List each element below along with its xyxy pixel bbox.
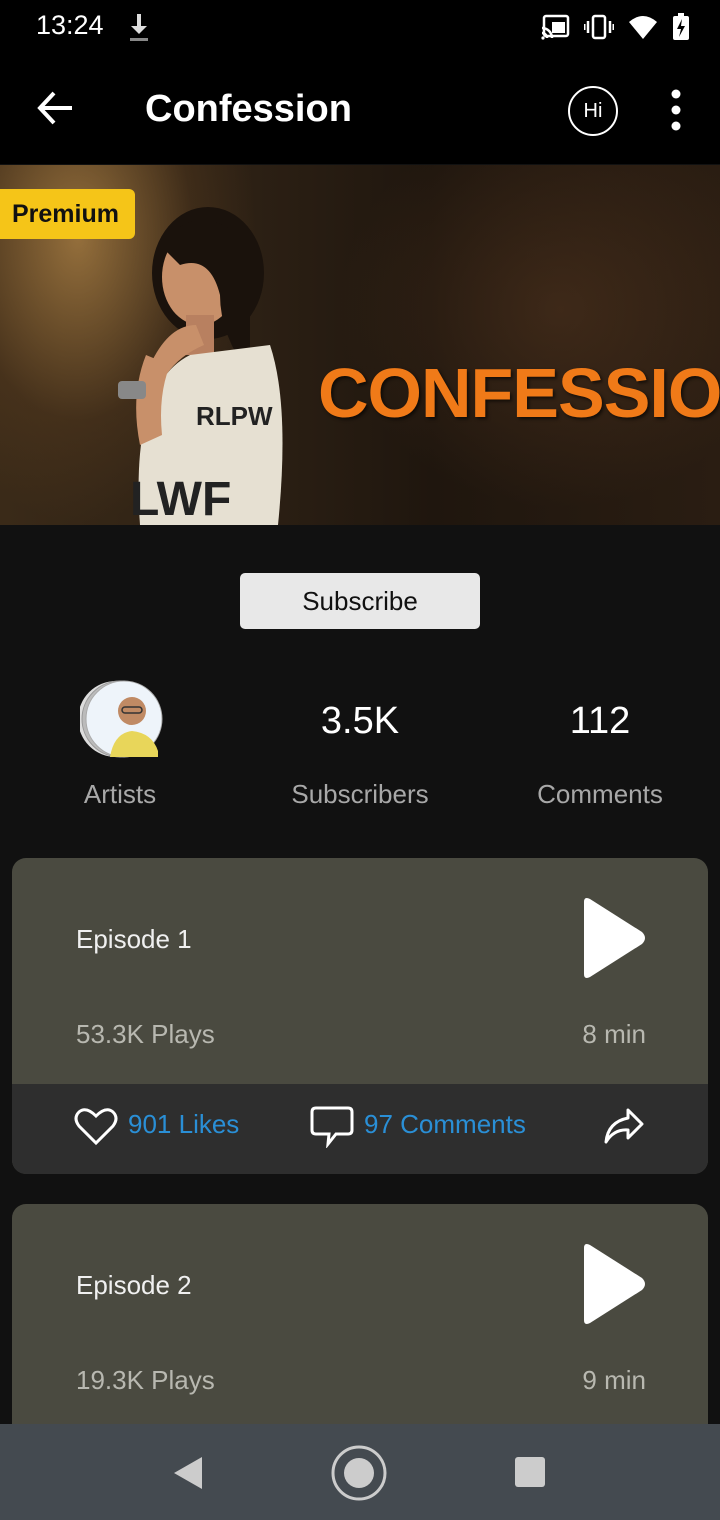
episode-actions: 901 Likes 97 Comments [12,1084,708,1174]
screen: 13:24 Confession Hi RLPW LWF Premium CON… [0,0,720,1520]
artists-avatar[interactable] [80,677,164,761]
episode-title: Episode 2 [76,1270,192,1300]
nav-home-icon[interactable] [330,1444,388,1502]
svg-text:LWF: LWF [130,473,231,525]
language-button[interactable]: Hi [568,86,618,136]
subscribers-label: Subscribers [291,779,429,809]
episode-card[interactable]: Episode 2 19.3K Plays 9 min [12,1204,708,1444]
subscribers-count: 3.5K [320,700,400,742]
nav-back-icon[interactable] [170,1454,206,1492]
nav-recents-icon[interactable] [514,1456,546,1488]
show-banner: RLPW LWF Premium CONFESSION [0,165,720,525]
episode-plays: 53.3K Plays [76,1019,215,1049]
language-button-label: Hi [583,99,603,122]
episode-duration: 9 min [582,1365,646,1395]
subscribe-button-label: Subscribe [302,585,418,616]
status-time: 13:24 [36,10,104,40]
vibrate-icon [584,14,614,40]
subscribe-button[interactable]: Subscribe [240,573,480,629]
wifi-icon [629,16,657,39]
battery-icon [673,13,689,40]
svg-text:RLPW: RLPW [196,401,273,431]
heart-icon[interactable] [74,1106,118,1146]
play-icon[interactable] [578,1242,648,1326]
comments-count[interactable]: 112 [500,700,700,743]
status-icons [540,12,690,42]
system-nav-bar [0,1424,720,1520]
episode-plays: 19.3K Plays [76,1365,215,1395]
app-bar: Confession Hi [0,52,720,164]
more-options-icon[interactable] [664,88,688,132]
episode-title: Episode 1 [76,924,192,954]
comments-link[interactable]: 97 Comments [364,1109,526,1140]
cast-icon [541,14,570,40]
banner-title-art: CONFESSION [318,354,720,432]
status-bar: 13:24 [0,0,720,52]
episode-duration: 8 min [582,1019,646,1049]
play-icon[interactable] [578,896,648,980]
comments-label[interactable]: Comments [490,779,710,810]
premium-badge: Premium [0,189,135,239]
comment-icon[interactable] [310,1104,354,1148]
artists-label: Artists [83,779,157,809]
banner-background [320,165,720,525]
page-title: Confession [145,88,352,130]
likes-link[interactable]: 901 Likes [128,1109,239,1140]
episode-card[interactable]: Episode 1 53.3K Plays 8 min 901 Likes 97… [12,858,708,1174]
back-button[interactable] [30,82,82,134]
download-icon [130,14,148,41]
share-icon[interactable] [602,1104,646,1148]
